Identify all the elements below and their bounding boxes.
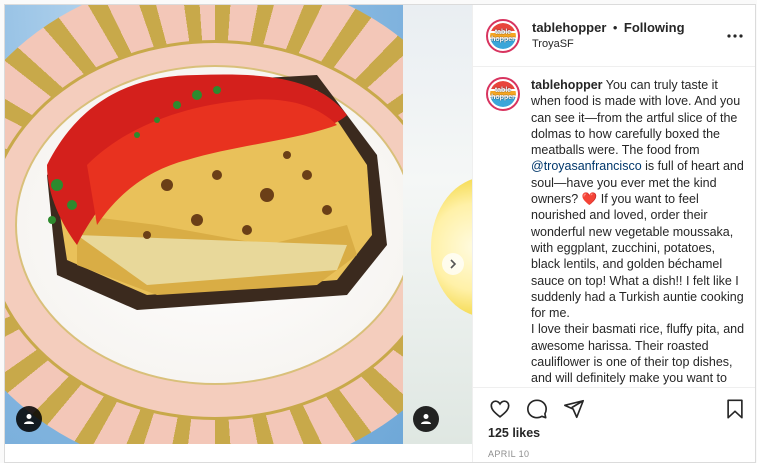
caption-part4: I love their basmati rice, fluffy pita, … xyxy=(531,322,745,386)
heart-icon[interactable] xyxy=(489,398,511,420)
next-photo-preview xyxy=(403,5,472,444)
lemon-slice xyxy=(431,177,472,317)
heart-emoji-icon: ❤️ xyxy=(581,192,598,207)
avatar-logo-text: table hopper xyxy=(491,29,515,43)
instagram-post: table hopper tablehopper • Following Tro… xyxy=(4,4,756,463)
caption-avatar-logo-line1: table xyxy=(494,87,512,94)
avatar-logo-line1: table xyxy=(494,28,512,36)
avatar[interactable]: table hopper xyxy=(486,18,520,53)
location-link[interactable]: TroyaSF xyxy=(532,36,685,53)
action-bar xyxy=(473,387,755,427)
caption-username[interactable]: tablehopper xyxy=(531,78,603,92)
caption-mention-link[interactable]: @troyasanfrancisco xyxy=(531,159,642,173)
caption-avatar[interactable]: table hopper xyxy=(486,77,520,111)
likes-count[interactable]: 125 likes xyxy=(488,426,540,440)
tagged-users-icon[interactable] xyxy=(16,406,42,432)
post-sidebar: table hopper tablehopper • Following Tro… xyxy=(472,5,755,462)
caption-avatar-logo-line2: hopper xyxy=(491,94,515,101)
header-names: tablehopper • Following TroyaSF xyxy=(532,19,685,53)
following-button[interactable]: Following xyxy=(624,20,685,35)
more-horizontal-icon[interactable] xyxy=(727,29,743,39)
carousel-next-icon[interactable] xyxy=(442,253,464,275)
post-caption: table hopper tablehopper You can truly t… xyxy=(473,67,755,387)
comment-icon[interactable] xyxy=(526,398,548,420)
post-date[interactable]: APRIL 10 xyxy=(488,449,529,459)
post-media-carousel[interactable] xyxy=(5,5,472,444)
caption-avatar-logo: table hopper xyxy=(490,81,516,107)
caption-text: tablehopper You can truly taste it when … xyxy=(531,77,746,387)
caption-part3: If you want to feel nourished and loved,… xyxy=(531,192,744,321)
header-dot: • xyxy=(612,19,618,35)
caption-avatar-logo-text: table hopper xyxy=(491,87,515,101)
bookmark-icon[interactable] xyxy=(724,398,746,420)
moussaka-photo xyxy=(5,5,403,444)
header-username[interactable]: tablehopper xyxy=(532,20,606,35)
send-icon[interactable] xyxy=(563,398,585,420)
post-header: table hopper tablehopper • Following Tro… xyxy=(473,5,755,67)
avatar-logo: table hopper xyxy=(490,22,516,49)
avatar-logo-line2: hopper xyxy=(491,35,515,43)
tagged-users-icon-2[interactable] xyxy=(413,406,439,432)
moussaka-dish xyxy=(47,74,387,310)
